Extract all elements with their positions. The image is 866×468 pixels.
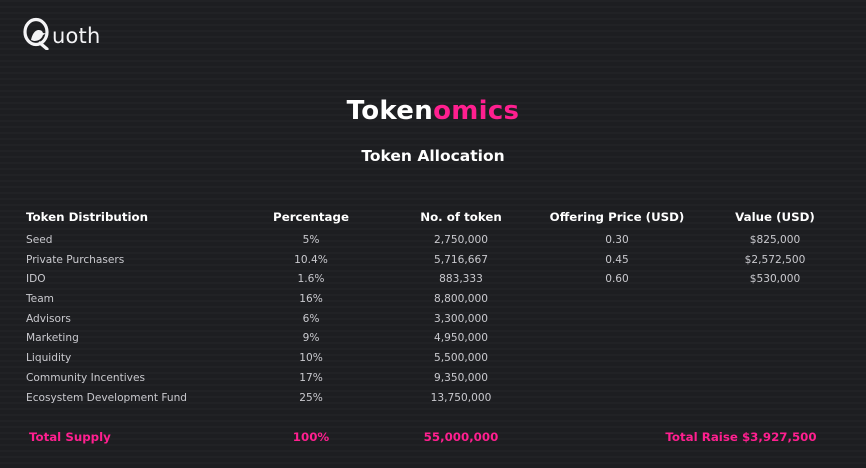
row-percentage: 1.6% [297, 273, 325, 285]
row-price: 0.30 [605, 234, 629, 246]
table-row: Team 16% 8,800,000 [0, 290, 866, 308]
row-tokens: 883,333 [439, 273, 483, 285]
row-name: Ecosystem Development Fund [26, 391, 188, 404]
row-price: 0.60 [605, 273, 629, 285]
table-total-row: Total Supply 100% 55,000,000 Total Raise… [0, 428, 866, 446]
quoth-bird-q-icon [23, 17, 49, 50]
row-tokens: 4,950,000 [434, 332, 488, 344]
header-distribution: Token Distribution [26, 210, 149, 224]
table-header-row: Token Distribution Percentage No. of tok… [0, 208, 866, 226]
row-name: Community Incentives [26, 371, 145, 384]
row-tokens: 13,750,000 [430, 391, 492, 404]
total-raise: Total Raise $3,927,500 [665, 429, 817, 444]
total-percentage: 100% [292, 429, 330, 444]
title-part-accent: omics [433, 96, 520, 126]
title-part-white: Token [346, 96, 434, 126]
table-row: Liquidity 10% 5,500,000 [0, 349, 866, 367]
row-tokens: 3,300,000 [434, 312, 488, 325]
table-row: Private Purchasers 10.4% 5,716,667 0.45 … [0, 251, 866, 269]
row-percentage: 16% [299, 292, 323, 305]
row-value: $530,000 [749, 273, 801, 285]
row-price: 0.45 [605, 253, 629, 266]
total-tokens: 55,000,000 [423, 429, 499, 444]
header-percentage: Percentage [273, 210, 349, 224]
row-value: $2,572,500 [744, 253, 806, 266]
row-name: IDO [26, 273, 46, 285]
row-tokens: 9,350,000 [434, 371, 488, 384]
brand-name: uoth [52, 24, 101, 48]
row-name: Seed [26, 234, 53, 246]
row-tokens: 8,800,000 [434, 292, 488, 305]
row-percentage: 10% [299, 352, 323, 364]
header-price: Offering Price (USD) [549, 210, 685, 224]
row-percentage: 6% [302, 312, 320, 325]
row-tokens: 2,750,000 [434, 234, 488, 246]
row-percentage: 9% [302, 332, 320, 344]
row-name: Private Purchasers [26, 253, 125, 266]
table-row: Community Incentives 17% 9,350,000 [0, 369, 866, 387]
header-value: Value (USD) [735, 210, 815, 224]
table-row: Ecosystem Development Fund 25% 13,750,00… [0, 389, 866, 407]
table-row: Seed 5% 2,750,000 0.30 $825,000 [0, 231, 866, 249]
row-percentage: 5% [302, 234, 320, 246]
row-name: Liquidity [26, 352, 72, 364]
row-percentage: 17% [299, 371, 323, 384]
row-tokens: 5,716,667 [434, 253, 488, 266]
row-percentage: 25% [299, 391, 323, 404]
brand-logo[interactable]: uoth [22, 14, 101, 50]
row-value: $825,000 [749, 234, 801, 246]
section-subtitle: Token Allocation [361, 147, 505, 165]
row-tokens: 5,500,000 [434, 352, 488, 364]
table-row: Advisors 6% 3,300,000 [0, 310, 866, 328]
row-name: Team [26, 292, 54, 305]
row-percentage: 10.4% [294, 253, 328, 266]
table-row: Marketing 9% 4,950,000 [0, 329, 866, 347]
page-title: Tokenomics [0, 96, 866, 126]
row-name: Advisors [26, 312, 71, 325]
row-name: Marketing [26, 332, 79, 344]
total-supply-label: Total Supply [29, 429, 111, 444]
table-row: IDO 1.6% 883,333 0.60 $530,000 [0, 270, 866, 288]
header-tokens: No. of token [420, 210, 502, 224]
